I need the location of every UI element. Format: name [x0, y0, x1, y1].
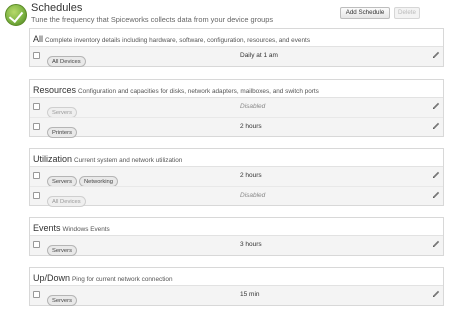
row-checkbox[interactable] — [33, 103, 40, 110]
section-header: Up/Down Ping for current network connecti… — [30, 268, 443, 286]
row-checkbox[interactable] — [33, 123, 40, 130]
device-group-tags: Servers — [47, 289, 79, 307]
schedule-row[interactable]: Servers Networking 2 hours — [30, 167, 443, 187]
schedule-frequency: 2 hours — [240, 123, 262, 130]
schedule-row[interactable]: All Devices Daily at 1 am — [30, 47, 443, 68]
device-group-tags: All Devices — [47, 190, 88, 208]
section-description: Complete inventory details including har… — [45, 37, 311, 44]
section-description: Configuration and capacities for disks, … — [78, 88, 319, 95]
device-group-tag: All Devices — [47, 56, 86, 67]
edit-pencil-icon[interactable] — [431, 289, 441, 299]
row-checkbox[interactable] — [33, 172, 40, 179]
section-header: Events Windows Events — [30, 218, 443, 236]
edit-pencil-icon[interactable] — [431, 101, 441, 111]
section-description: Current system and network utilization — [74, 157, 183, 164]
device-group-tags: Printers — [47, 121, 79, 139]
schedule-row[interactable]: Servers 15 min — [30, 286, 443, 307]
schedule-frequency: 3 hours — [240, 241, 262, 248]
edit-pencil-icon[interactable] — [431, 239, 441, 249]
schedule-frequency: Disabled — [240, 192, 266, 199]
schedule-row[interactable]: Servers Disabled — [30, 98, 443, 118]
device-group-tag: Servers — [47, 245, 77, 256]
section-header: Utilization Current system and network ut… — [30, 149, 443, 167]
schedule-section: Up/Down Ping for current network connecti… — [29, 267, 444, 306]
page-title: Schedules — [31, 2, 83, 14]
section-description: Windows Events — [62, 226, 110, 233]
device-group-tags: Servers — [47, 239, 79, 257]
device-group-tags: All Devices — [47, 50, 88, 68]
row-checkbox[interactable] — [33, 192, 40, 199]
section-header: All Complete inventory details including … — [30, 29, 443, 47]
schedule-row[interactable]: Printers 2 hours — [30, 117, 443, 139]
row-checkbox[interactable] — [33, 52, 40, 59]
device-group-tag: All Devices — [47, 196, 86, 207]
schedule-section: Resources Configuration and capacities fo… — [29, 79, 444, 139]
row-checkbox[interactable] — [33, 291, 40, 298]
section-header: Resources Configuration and capacities fo… — [30, 80, 443, 98]
edit-pencil-icon[interactable] — [431, 50, 441, 60]
section-name: Resources — [33, 85, 77, 95]
edit-pencil-icon[interactable] — [431, 170, 441, 180]
device-group-tag: Servers — [47, 295, 77, 306]
page-header: Schedules Tune the frequency that Spicew… — [0, 0, 474, 30]
schedule-frequency: 2 hours — [240, 172, 262, 179]
schedule-section: All Complete inventory details including … — [29, 28, 444, 67]
row-checkbox[interactable] — [33, 241, 40, 248]
section-name: All — [33, 34, 44, 44]
schedule-frequency: 15 min — [240, 291, 260, 298]
page-subtitle: Tune the frequency that Spiceworks colle… — [31, 15, 274, 24]
device-group-tag: Printers — [47, 127, 77, 138]
schedule-frequency: Daily at 1 am — [240, 52, 278, 59]
delete-button[interactable]: Delete — [394, 7, 420, 19]
section-name: Events — [33, 223, 61, 233]
schedule-section: Events Windows Events Servers 3 hours — [29, 217, 444, 256]
edit-pencil-icon[interactable] — [431, 190, 441, 200]
spiceworks-logo-icon — [5, 4, 27, 26]
section-description: Ping for current network connection — [72, 276, 173, 283]
section-name: Utilization — [33, 154, 73, 164]
schedule-frequency: Disabled — [240, 103, 266, 110]
schedule-section: Utilization Current system and network ut… — [29, 148, 444, 208]
add-schedule-button[interactable]: Add Schedule — [340, 7, 390, 19]
edit-pencil-icon[interactable] — [431, 121, 441, 131]
schedule-row[interactable]: All Devices Disabled — [30, 186, 443, 208]
schedule-row[interactable]: Servers 3 hours — [30, 236, 443, 257]
section-name: Up/Down — [33, 273, 71, 283]
